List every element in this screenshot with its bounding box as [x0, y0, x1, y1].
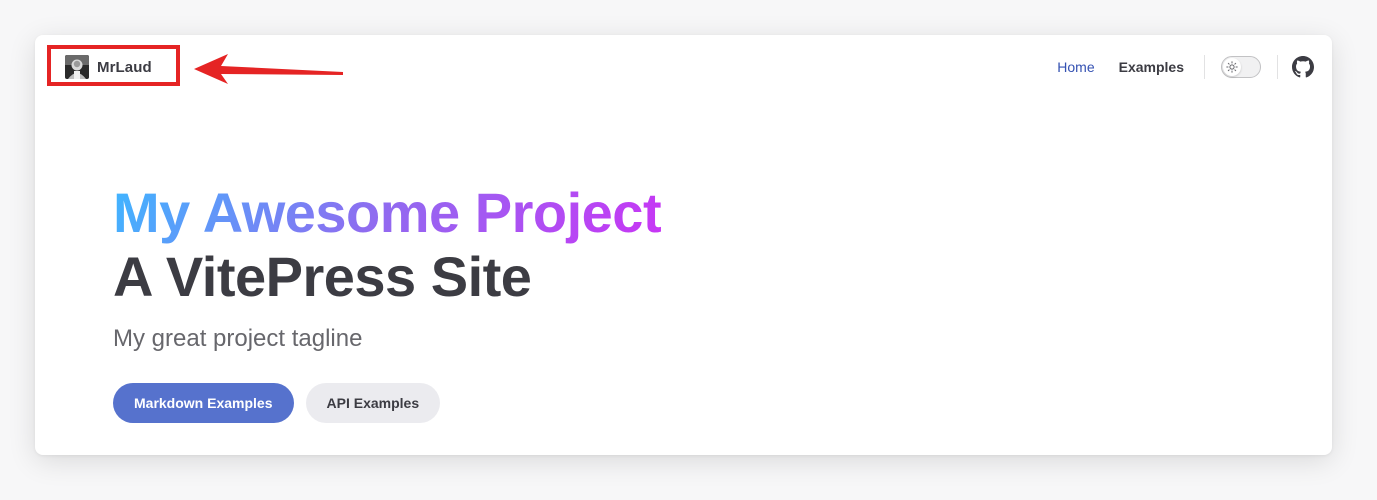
annotation-arrow-icon — [194, 54, 343, 84]
markdown-examples-button[interactable]: Markdown Examples — [113, 383, 294, 423]
api-examples-button[interactable]: API Examples — [305, 383, 441, 423]
hero-actions: Markdown Examples API Examples — [113, 383, 661, 423]
hero-tagline: My great project tagline — [113, 325, 363, 352]
hero-name: My Awesome Project — [113, 181, 662, 244]
nav-link-home[interactable]: Home — [1045, 55, 1106, 79]
sun-icon — [1226, 61, 1238, 73]
nav-menu: Home Examples — [1045, 55, 1314, 79]
vitepress-page: MrLaud Home Examples My Awesome Project … — [35, 35, 1332, 455]
annotation-highlight-box — [47, 45, 180, 86]
nav-divider — [1204, 55, 1205, 79]
appearance-toggle[interactable] — [1221, 56, 1261, 78]
nav-divider — [1277, 55, 1278, 79]
switch-knob — [1223, 58, 1241, 76]
hero-section: My Awesome Project A VitePress Site My g… — [113, 181, 662, 423]
github-icon[interactable] — [1292, 56, 1314, 78]
nav-link-examples[interactable]: Examples — [1107, 55, 1196, 79]
hero-text: A VitePress Site — [113, 245, 532, 308]
